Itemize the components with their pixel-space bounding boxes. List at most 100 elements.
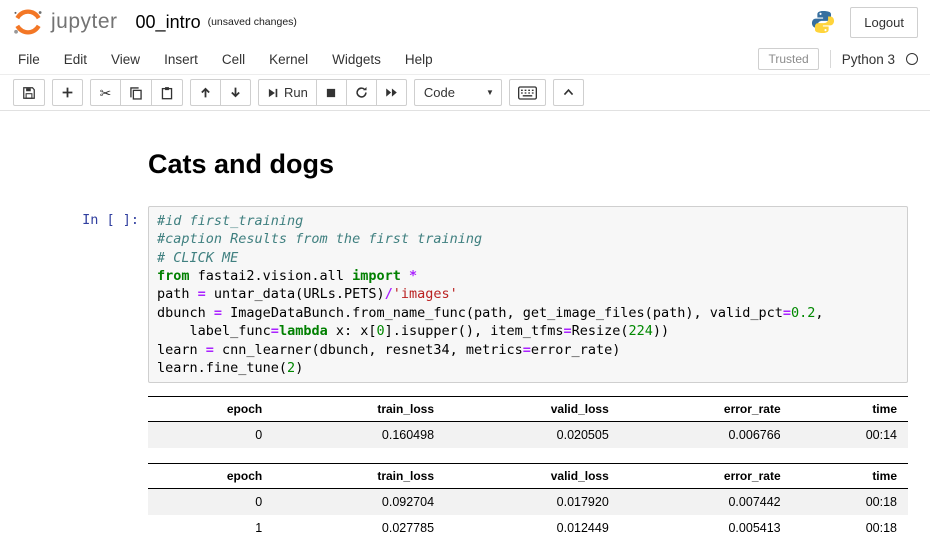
stop-icon [325, 87, 337, 99]
table-cell: 0.160498 [273, 422, 445, 449]
table-cell: 0.012449 [445, 515, 620, 537]
output-area: epochtrain_lossvalid_losserror_ratetime0… [148, 396, 908, 537]
markdown-cell[interactable]: Cats and dogs [0, 150, 930, 206]
code-cell: In [ ]: #id first_training#caption Resul… [0, 206, 930, 537]
table-cell: 0.005413 [620, 515, 792, 537]
output-table: epochtrain_lossvalid_losserror_ratetime0… [148, 396, 908, 448]
kernel-divider [830, 50, 831, 68]
code-line: # CLICK ME [157, 249, 899, 267]
table-cell: 0 [148, 489, 273, 516]
notebook-title[interactable]: 00_intro [136, 12, 201, 33]
insert-cell-button[interactable] [52, 79, 83, 106]
table-cell: 1 [148, 515, 273, 537]
menu-item-widgets[interactable]: Widgets [320, 46, 393, 73]
notebook-toolbar: ✂ [0, 75, 930, 111]
code-area: #id first_training#caption Results from … [157, 212, 899, 378]
page-title: Cats and dogs [148, 150, 908, 180]
jupyter-logo-icon [12, 8, 44, 36]
table-header-cell: error_rate [620, 464, 792, 489]
table-header-cell: epoch [148, 397, 273, 422]
table-row: 00.1604980.0205050.00676600:14 [148, 422, 908, 449]
table-header-cell: valid_loss [445, 397, 620, 422]
menu-item-edit[interactable]: Edit [52, 46, 99, 73]
menu-bar: FileEditViewInsertCellKernelWidgetsHelp … [0, 44, 930, 75]
table-header-cell: train_loss [273, 397, 445, 422]
code-line: learn = cnn_learner(dbunch, resnet34, me… [157, 341, 899, 359]
table-header-cell: error_rate [620, 397, 792, 422]
table-header-cell: epoch [148, 464, 273, 489]
jupyter-wordmark: jupyter [51, 10, 118, 34]
table-cell: 0 [148, 422, 273, 449]
logout-button[interactable]: Logout [850, 7, 918, 38]
menu-item-insert[interactable]: Insert [152, 46, 210, 73]
menu-items: FileEditViewInsertCellKernelWidgetsHelp [6, 46, 445, 73]
run-cell-button[interactable]: Run [258, 79, 317, 106]
fast-forward-icon [385, 86, 398, 99]
move-cell-down-button[interactable] [220, 79, 251, 106]
table-cell: 00:18 [792, 515, 908, 537]
table-header-cell: train_loss [273, 464, 445, 489]
trusted-badge[interactable]: Trusted [758, 48, 818, 70]
keyboard-icon [518, 86, 537, 100]
code-input[interactable]: #id first_training#caption Results from … [148, 206, 908, 384]
table-cell: 0.092704 [273, 489, 445, 516]
interrupt-kernel-button[interactable] [316, 79, 347, 106]
table-row: 00.0927040.0179200.00744200:18 [148, 489, 908, 516]
markdown-prompt [0, 150, 148, 206]
code-line: learn.fine_tune(2) [157, 359, 899, 377]
table-cell: 00:18 [792, 489, 908, 516]
code-line: from fastai2.vision.all import * [157, 267, 899, 285]
restart-kernel-button[interactable] [346, 79, 377, 106]
table-row: 10.0277850.0124490.00541300:18 [148, 515, 908, 537]
cell-type-value: Code [424, 85, 455, 100]
arrow-down-icon [229, 86, 242, 99]
header-right: Logout [810, 7, 918, 38]
code-line: dbunch = ImageDataBunch.from_name_func(p… [157, 304, 899, 322]
code-line: label_func=lambda x: x[0].isupper(), ite… [157, 322, 899, 340]
cut-cells-button[interactable]: ✂ [90, 79, 121, 106]
copy-icon [129, 86, 143, 100]
table-cell: 0.027785 [273, 515, 445, 537]
run-button-label: Run [284, 85, 308, 100]
scissors-icon: ✂ [100, 86, 112, 100]
chevron-down-icon: ▼ [486, 88, 494, 97]
paste-icon [160, 86, 174, 100]
table-header-cell: time [792, 397, 908, 422]
jupyter-app: jupyter 00_intro (unsaved changes) Logou… [0, 0, 930, 537]
code-line: path = untar_data(URLs.PETS)/'images' [157, 285, 899, 303]
table-cell: 0.007442 [620, 489, 792, 516]
table-cell: 0.006766 [620, 422, 792, 449]
code-line: #id first_training [157, 212, 899, 230]
menu-item-help[interactable]: Help [393, 46, 445, 73]
save-button[interactable] [13, 79, 45, 106]
command-palette-button[interactable] [509, 79, 546, 106]
restart-run-all-button[interactable] [376, 79, 407, 106]
table-cell: 0.020505 [445, 422, 620, 449]
header-bar: jupyter 00_intro (unsaved changes) Logou… [0, 0, 930, 44]
notebook-container: Cats and dogs In [ ]: #id first_training… [0, 111, 930, 537]
jupyter-logo[interactable]: jupyter [12, 8, 118, 36]
python-logo-icon [810, 9, 836, 35]
menu-item-cell[interactable]: Cell [210, 46, 257, 73]
menu-item-kernel[interactable]: Kernel [257, 46, 320, 73]
menu-item-view[interactable]: View [99, 46, 152, 73]
paste-cells-button[interactable] [151, 79, 183, 106]
chevron-up-icon [562, 86, 575, 99]
code-line: #caption Results from the first training [157, 230, 899, 248]
menu-item-file[interactable]: File [6, 46, 52, 73]
save-icon [22, 86, 36, 100]
kernel-idle-indicator-icon [906, 53, 918, 65]
arrow-up-icon [199, 86, 212, 99]
move-cell-up-button[interactable] [190, 79, 221, 106]
refresh-icon [355, 86, 368, 99]
collapse-headings-button[interactable] [553, 79, 584, 106]
table-header-cell: time [792, 464, 908, 489]
table-header-cell: valid_loss [445, 464, 620, 489]
table-cell: 00:14 [792, 422, 908, 449]
checkpoint-status: (unsaved changes) [208, 16, 297, 28]
copy-cells-button[interactable] [120, 79, 152, 106]
plus-icon [61, 86, 74, 99]
output-table: epochtrain_lossvalid_losserror_ratetime0… [148, 463, 908, 537]
kernel-name: Python 3 [842, 52, 895, 67]
cell-type-select[interactable]: Code ▼ [414, 79, 502, 106]
